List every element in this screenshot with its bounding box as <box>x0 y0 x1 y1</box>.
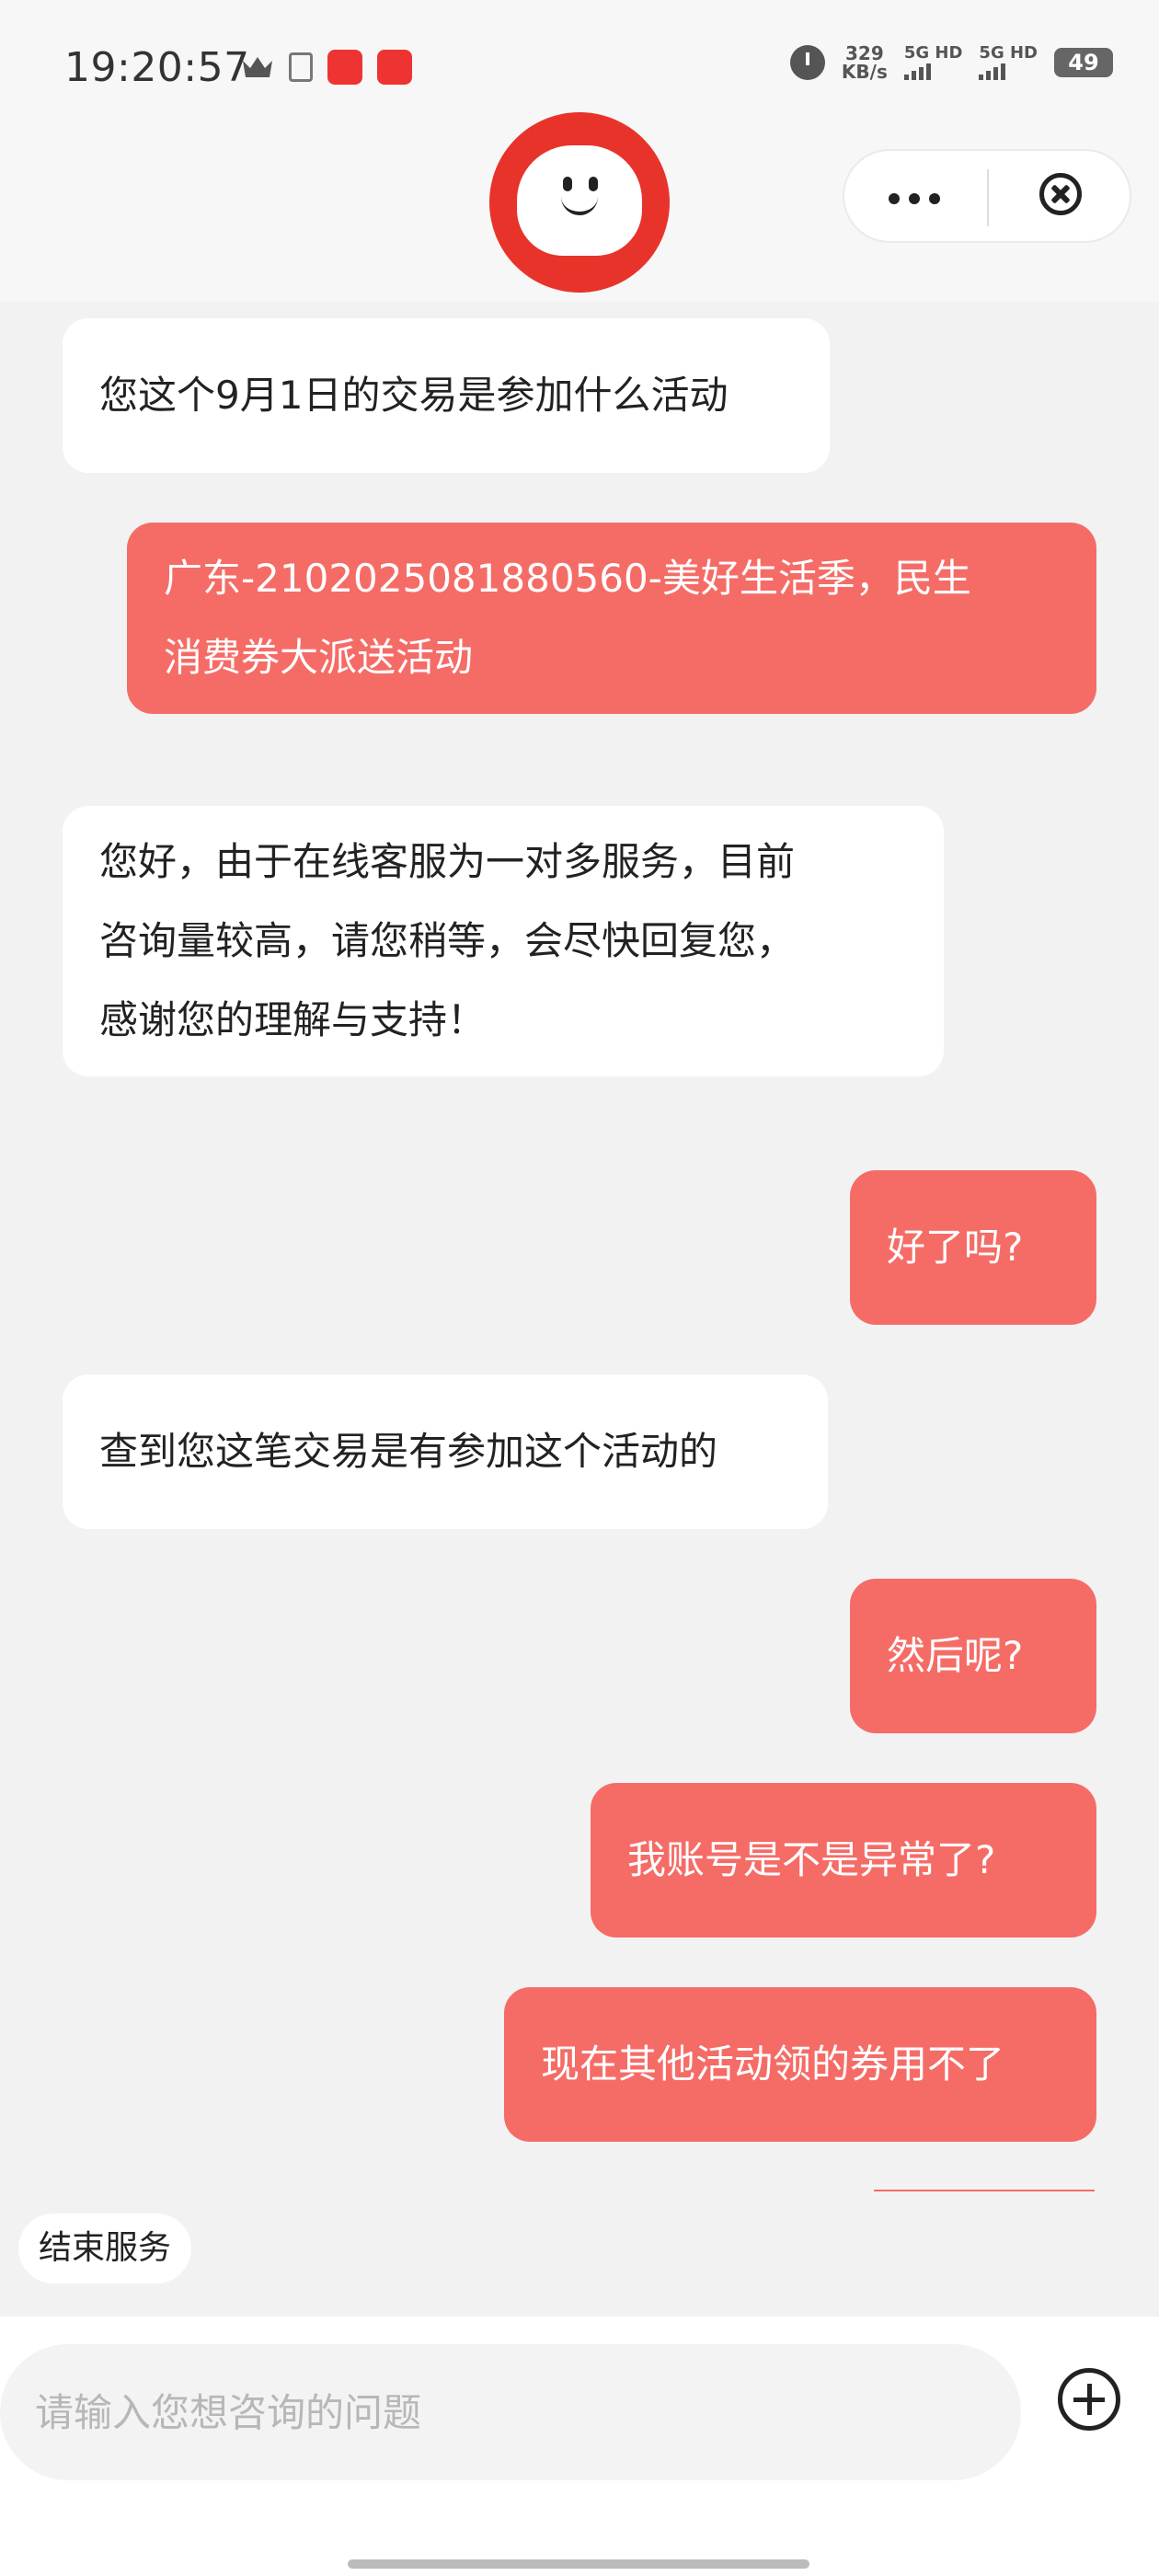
status-right: 329 KB/s 5G HD 5G HD 49 <box>789 43 1113 81</box>
outgoing-message-bubble: 广东-2102025081880560-美好生活季，民生 消费券大派送活动 <box>127 523 1096 714</box>
status-bar: 19:20:57 329 KB/s 5G HD 5G HD 49 <box>0 0 1159 129</box>
message-text-line: 我账号是不是异常了? <box>627 1837 996 1882</box>
mascot-eye-right <box>589 177 598 191</box>
message-text-line: 好了吗? <box>887 1225 1024 1270</box>
partial-bubble-edge <box>874 2190 1095 2191</box>
close-circle-icon[interactable] <box>1039 173 1082 215</box>
status-time: 19:20:57 <box>64 44 250 91</box>
capsule-divider <box>987 169 989 226</box>
message-text-line: 现在其他活动领的券用不了 <box>541 2041 1005 2087</box>
crown-icon <box>243 57 272 77</box>
incoming-message-bubble: 您这个9月1日的交易是参加什么活动 <box>63 318 830 473</box>
sim1-label: 5G HD <box>903 43 963 63</box>
signal-bars-icon <box>903 62 963 80</box>
app-notification-icon <box>327 50 362 85</box>
sim2-label: 5G HD <box>979 43 1038 63</box>
mascot-avatar <box>489 112 670 293</box>
message-input[interactable] <box>0 2344 1021 2480</box>
incoming-message-bubble: 查到您这笔交易是有参加这个活动的 <box>63 1374 828 1529</box>
end-service-button[interactable]: 结束服务 <box>18 2214 191 2283</box>
message-text-line: 消费券大派送活动 <box>164 635 474 680</box>
message-text-line: 感谢您的理解与支持！ <box>99 997 487 1042</box>
battery-icon: 49 <box>1054 48 1113 77</box>
signal-sim2: 5G HD <box>979 45 1038 80</box>
document-icon <box>289 52 313 82</box>
signal-sim1: 5G HD <box>903 43 963 80</box>
speed-unit: KB/s <box>841 61 888 83</box>
app-notification-icon-2 <box>377 50 412 85</box>
capsule-menu <box>843 149 1131 243</box>
input-bar <box>0 2317 1159 2576</box>
more-horizontal-icon[interactable] <box>889 193 940 204</box>
message-text-line: 您好，由于在线客服为一对多服务，目前 <box>99 839 796 884</box>
network-speed: 329 KB/s <box>842 44 888 81</box>
home-indicator[interactable] <box>348 2559 809 2569</box>
outgoing-message-bubble: 现在其他活动领的券用不了 <box>504 1987 1096 2142</box>
message-text-line: 然后呢? <box>887 1633 1024 1678</box>
speed-value: 329 <box>844 42 884 64</box>
mascot-eye-left <box>563 177 572 191</box>
plus-circle-icon[interactable] <box>1058 2368 1120 2431</box>
alarm-icon <box>789 45 825 80</box>
outgoing-message-bubble: 好了吗? <box>850 1170 1096 1325</box>
message-text-line: 咨询量较高，请您稍等，会尽快回复您， <box>99 918 796 963</box>
outgoing-message-bubble: 我账号是不是异常了? <box>591 1783 1096 1938</box>
message-text-line: 您这个9月1日的交易是参加什么活动 <box>99 373 729 418</box>
signal-bars-icon-2 <box>979 62 1038 80</box>
notification-icons <box>241 50 412 85</box>
outgoing-message-bubble: 然后呢? <box>850 1579 1096 1733</box>
message-text-line: 广东-2102025081880560-美好生活季，民生 <box>164 556 971 601</box>
message-text-line: 查到您这笔交易是有参加这个活动的 <box>99 1429 718 1474</box>
incoming-message-bubble: 您好，由于在线客服为一对多服务，目前 咨询量较高，请您稍等，会尽快回复您， 感谢您的… <box>63 806 944 1076</box>
